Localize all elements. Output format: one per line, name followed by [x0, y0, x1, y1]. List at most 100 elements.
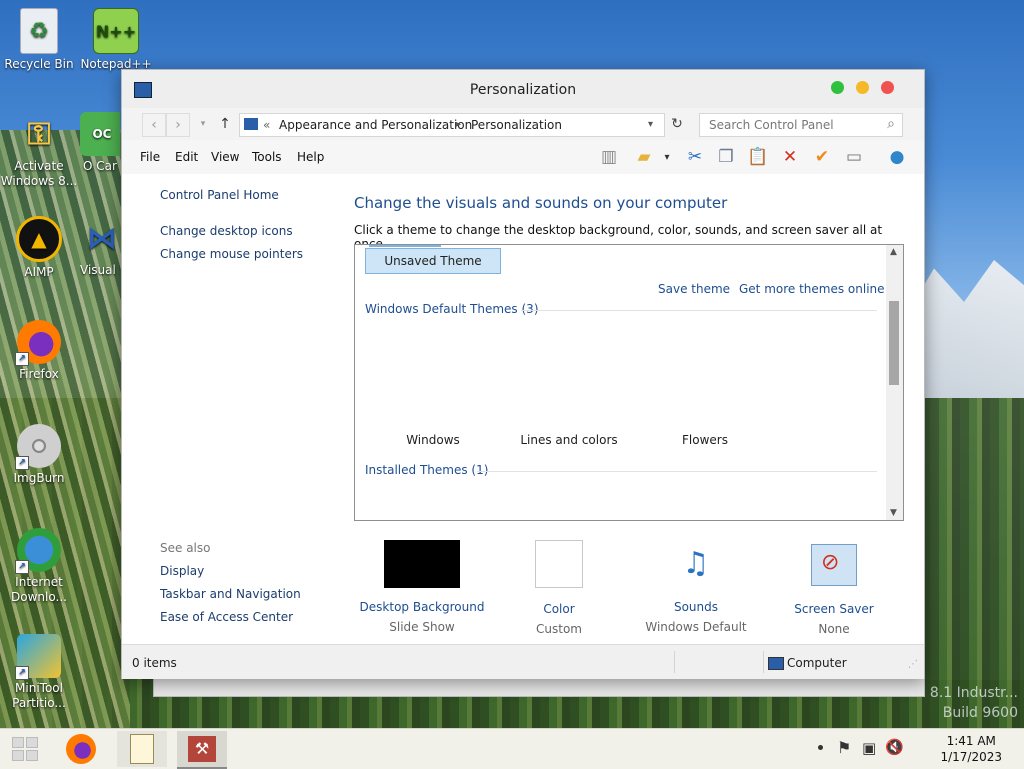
unsaved-theme-item[interactable]: Unsaved Theme [365, 248, 501, 274]
status-divider [763, 651, 764, 673]
imgburn-icon: ↗ [15, 424, 61, 470]
save-theme-link[interactable]: Save theme [658, 282, 730, 296]
theme-windows[interactable]: Windows [375, 433, 491, 447]
menu-bar: File Edit View Tools Help ▥ ▰ ▾ ✂ ❐ 📋 ✕ … [122, 140, 924, 174]
breadcrumb-appearance[interactable]: Appearance and Personalization [279, 118, 472, 132]
layout-pane-icon[interactable]: ▥ [597, 146, 621, 168]
menu-edit[interactable]: Edit [175, 150, 198, 164]
minitool-partition-icon: ↗ [15, 634, 61, 680]
taskbar-navigation-link[interactable]: Taskbar and Navigation [160, 587, 301, 601]
desktop-icon-activate-windows[interactable]: ⚿ Activate Windows 8... [0, 112, 79, 189]
color-link[interactable]: Color [494, 602, 624, 616]
screen-saver-setting[interactable]: ⊘ Screen Saver None [769, 540, 899, 636]
desktop-icon-label: MiniTool Partitio... [12, 681, 66, 710]
refresh-button[interactable]: ↻ [666, 113, 688, 135]
desktop-icon-label: Visual S [80, 263, 120, 277]
window-title: Personalization [469, 82, 577, 98]
ease-of-access-link[interactable]: Ease of Access Center [160, 610, 293, 624]
display-link[interactable]: Display [160, 564, 204, 578]
delete-icon[interactable]: ✕ [778, 146, 802, 168]
menu-tools[interactable]: Tools [252, 150, 282, 164]
desktop-icon-idm[interactable]: ↗ Internet Downlo... [0, 528, 79, 605]
desktop-icon-recycle-bin[interactable]: ♻ Recycle Bin [0, 8, 79, 72]
copy-icon[interactable]: ❐ [714, 146, 738, 168]
search-icon[interactable]: ⌕ [887, 116, 895, 132]
network-icon[interactable]: ▣ [862, 739, 876, 757]
new-folder-dropdown-icon[interactable]: ▾ [660, 146, 674, 168]
desktop-background-link[interactable]: Desktop Background [357, 600, 487, 614]
scroll-down-arrow-icon[interactable]: ▼ [890, 508, 897, 518]
desktop-icon-ocam[interactable]: OC O Car [80, 112, 120, 174]
control-panel-home-link[interactable]: Control Panel Home [160, 188, 279, 202]
desktop-icon-label: Firefox [19, 367, 59, 381]
start-button[interactable] [0, 731, 50, 767]
desktop-icon-label: AIMP [24, 265, 54, 279]
sounds-link[interactable]: Sounds [631, 600, 761, 614]
scrollbar-thumb[interactable] [889, 301, 899, 385]
forward-button[interactable]: › [166, 113, 190, 137]
taskbar-firefox[interactable] [56, 731, 106, 767]
visual-studio-icon: ⋈ [87, 220, 117, 256]
sounds-setting[interactable]: ♫ Sounds Windows Default [631, 540, 761, 634]
content-area: Control Panel Home Change desktop icons … [130, 174, 914, 644]
color-value: Custom [536, 622, 582, 636]
scroll-up-arrow-icon[interactable]: ▲ [890, 247, 897, 257]
address-bar[interactable]: « Appearance and Personalization ▸ Perso… [239, 113, 665, 137]
taskbar-notepad[interactable] [117, 731, 167, 767]
internet-download-manager-icon: ↗ [15, 528, 61, 574]
change-desktop-icons-link[interactable]: Change desktop icons [160, 224, 293, 238]
desktop-icon-visual-studio[interactable]: ⋈ Visual S [80, 216, 120, 278]
recent-locations-chevron-icon[interactable]: ▾ [192, 113, 214, 135]
close-button[interactable] [881, 81, 894, 94]
theme-lines-and-colors[interactable]: Lines and colors [511, 433, 627, 447]
shortcut-arrow-icon: ↗ [15, 666, 29, 680]
shortcut-arrow-icon: ↗ [15, 560, 29, 574]
address-dropdown-chevron-icon[interactable]: ▾ [648, 119, 653, 130]
properties-check-icon[interactable]: ✔ [810, 146, 834, 168]
rename-icon[interactable]: ▭ [842, 146, 866, 168]
screen-saver-link[interactable]: Screen Saver [769, 602, 899, 616]
search-box[interactable]: Search Control Panel ⌕ [699, 113, 903, 137]
volume-muted-icon[interactable]: 🔇 [885, 738, 904, 756]
back-button[interactable]: ‹ [142, 113, 166, 137]
menu-help[interactable]: Help [297, 150, 324, 164]
menu-view[interactable]: View [211, 150, 239, 164]
desktop-background-setting[interactable]: Desktop Background Slide Show [357, 540, 487, 634]
desktop-icon-aimp[interactable]: ▲ AIMP [0, 216, 79, 280]
ocam-icon: OC [80, 112, 120, 156]
paste-icon[interactable]: 📋 [746, 146, 770, 168]
desktop-icon-firefox[interactable]: ↗ Firefox [0, 320, 79, 382]
menu-file[interactable]: File [140, 150, 160, 164]
computer-icon [768, 657, 784, 670]
maximize-button[interactable] [831, 81, 844, 94]
minimize-button[interactable] [856, 81, 869, 94]
breadcrumb-overflow[interactable]: « [263, 118, 270, 132]
new-folder-icon[interactable]: ▰ [632, 146, 656, 168]
change-mouse-pointers-link[interactable]: Change mouse pointers [160, 247, 303, 261]
globe-icon[interactable]: ● [885, 146, 909, 168]
theme-flowers[interactable]: Flowers [647, 433, 763, 447]
aimp-icon: ▲ [16, 216, 62, 262]
status-item-count: 0 items [132, 656, 177, 670]
title-bar[interactable]: Personalization [122, 70, 924, 108]
color-swatch [535, 540, 583, 588]
windows-logo-icon [12, 737, 38, 761]
taskbar-control-panel[interactable]: ⚒ [177, 731, 227, 769]
status-location: Computer [787, 656, 847, 670]
cut-icon[interactable]: ✂ [683, 146, 707, 168]
get-more-themes-link[interactable]: Get more themes online [739, 282, 885, 296]
desktop-icon-minitool[interactable]: ↗ MiniTool Partitio... [0, 634, 79, 711]
up-button[interactable]: ↑ [214, 113, 236, 135]
system-clock[interactable]: 1:41 AM 1/17/2023 [940, 733, 1002, 765]
color-setting[interactable]: Color Custom [494, 540, 624, 636]
desktop-icon-imgburn[interactable]: ↗ ImgBurn [0, 424, 79, 486]
desktop-icon-label: Activate Windows 8... [0, 159, 78, 188]
key-shield-icon: ⚿ [27, 116, 51, 152]
sounds-piano-icon: ♫ [682, 546, 710, 581]
resize-grip-icon[interactable]: ⋰ [908, 659, 918, 670]
breadcrumb-personalization[interactable]: Personalization [471, 118, 562, 132]
tray-dot-icon[interactable] [818, 745, 823, 750]
themes-scrollbar[interactable]: ▲ ▼ [886, 245, 903, 520]
action-center-flag-icon[interactable]: ⚑ [837, 738, 851, 757]
desktop-icon-notepadpp[interactable]: N++ Notepad++ [76, 8, 156, 72]
